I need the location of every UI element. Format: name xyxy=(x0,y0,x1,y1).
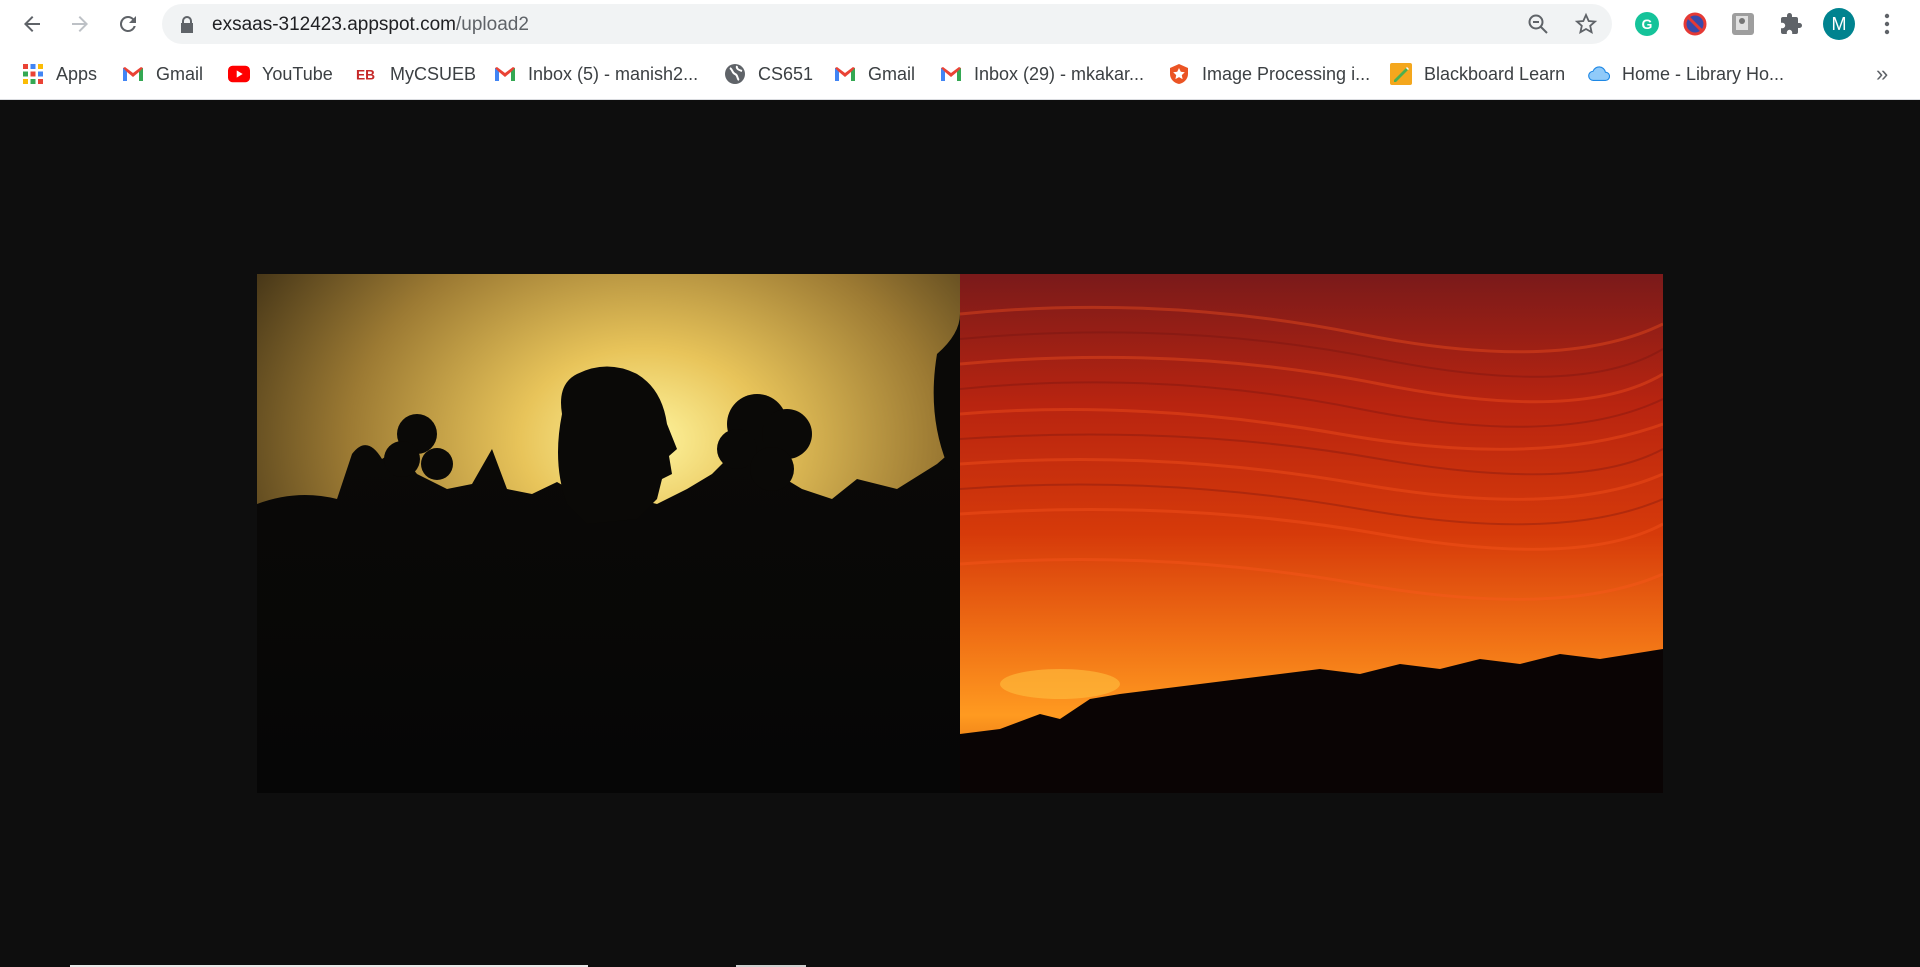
url-text[interactable]: exsaas-312423.appspot.com/upload2 xyxy=(212,14,529,36)
lock-icon xyxy=(181,16,193,33)
profile-avatar[interactable]: M xyxy=(1823,8,1855,40)
bookmark-label: Gmail xyxy=(868,63,916,84)
bookmark-apps[interactable]: Apps xyxy=(22,60,97,88)
url-path: /upload2 xyxy=(456,14,529,35)
bookmark-image-processing[interactable]: Image Processing i... xyxy=(1168,60,1370,88)
globe-icon xyxy=(724,63,746,85)
shield-icon xyxy=(1168,63,1190,85)
bookmarks-overflow-button[interactable]: » xyxy=(1876,60,1888,88)
silhouette-sunset-image xyxy=(257,274,960,793)
bookmark-cs651[interactable]: CS651 xyxy=(724,60,813,88)
forward-button[interactable] xyxy=(60,4,100,44)
puzzle-icon[interactable] xyxy=(1775,8,1807,40)
bookmark-label: Inbox (5) - manish2... xyxy=(528,63,699,84)
bookmark-label: YouTube xyxy=(262,63,333,84)
reload-icon xyxy=(119,15,136,32)
bookmark-youtube[interactable]: YouTube xyxy=(228,60,333,88)
gmail-icon xyxy=(122,63,144,85)
gmail-icon xyxy=(494,63,516,85)
gmail-icon xyxy=(940,63,962,85)
youtube-icon xyxy=(228,63,250,85)
bookmark-gmail-2[interactable]: Gmail xyxy=(834,60,915,88)
bookmark-gmail[interactable]: Gmail xyxy=(122,60,203,88)
red-sky-sunset-image xyxy=(960,274,1663,793)
bookmark-inbox-mkakar[interactable]: Inbox (29) - mkakar... xyxy=(940,60,1144,88)
arrow-left-icon xyxy=(24,16,40,32)
bookmark-library[interactable]: Home - Library Ho... xyxy=(1588,60,1784,88)
arrow-right-icon xyxy=(72,16,88,32)
bookmark-inbox-manish[interactable]: Inbox (5) - manish2... xyxy=(494,60,698,88)
reload-button[interactable] xyxy=(108,4,148,44)
cloud-icon xyxy=(1588,63,1610,85)
blocker-extension-icon[interactable] xyxy=(1679,8,1711,40)
apps-grid-icon xyxy=(22,63,44,85)
eb-icon: EB xyxy=(356,63,378,85)
star-icon[interactable] xyxy=(1574,12,1598,36)
bookmark-label: Home - Library Ho... xyxy=(1622,63,1785,84)
url-host: exsaas-312423.appspot.com xyxy=(212,14,456,35)
svg-text:EB: EB xyxy=(356,68,375,83)
gmail-icon xyxy=(834,63,856,85)
svg-text:G: G xyxy=(1642,16,1653,32)
blackboard-icon xyxy=(1390,63,1412,85)
bookmark-label: Gmail xyxy=(156,63,204,84)
browser-toolbar: exsaas-312423.appspot.com/upload2 G M xyxy=(0,0,1920,48)
bookmark-label: Apps xyxy=(56,63,98,84)
address-bar[interactable]: exsaas-312423.appspot.com/upload2 xyxy=(162,4,1612,44)
photo-extension-icon[interactable] xyxy=(1727,8,1759,40)
kebab-menu-icon[interactable] xyxy=(1871,8,1903,40)
bookmark-label: Inbox (29) - mkakar... xyxy=(974,63,1145,84)
profile-initial: M xyxy=(1823,8,1855,40)
zoom-out-icon[interactable] xyxy=(1526,12,1550,36)
bookmark-label: Image Processing i... xyxy=(1202,63,1371,84)
bookmark-label: CS651 xyxy=(758,63,814,84)
bookmark-mycsueb[interactable]: EB MyCSUEB xyxy=(356,60,476,88)
back-button[interactable] xyxy=(12,4,52,44)
page-content xyxy=(0,100,1920,967)
bookmark-label: Blackboard Learn xyxy=(1424,63,1566,84)
bookmark-blackboard[interactable]: Blackboard Learn xyxy=(1390,60,1565,88)
grammarly-extension-icon[interactable]: G xyxy=(1631,8,1663,40)
bookmarks-bar: Apps Gmail YouTube EB MyCSUEB Inbox (5) … xyxy=(0,48,1920,100)
bookmark-label: MyCSUEB xyxy=(390,63,477,84)
